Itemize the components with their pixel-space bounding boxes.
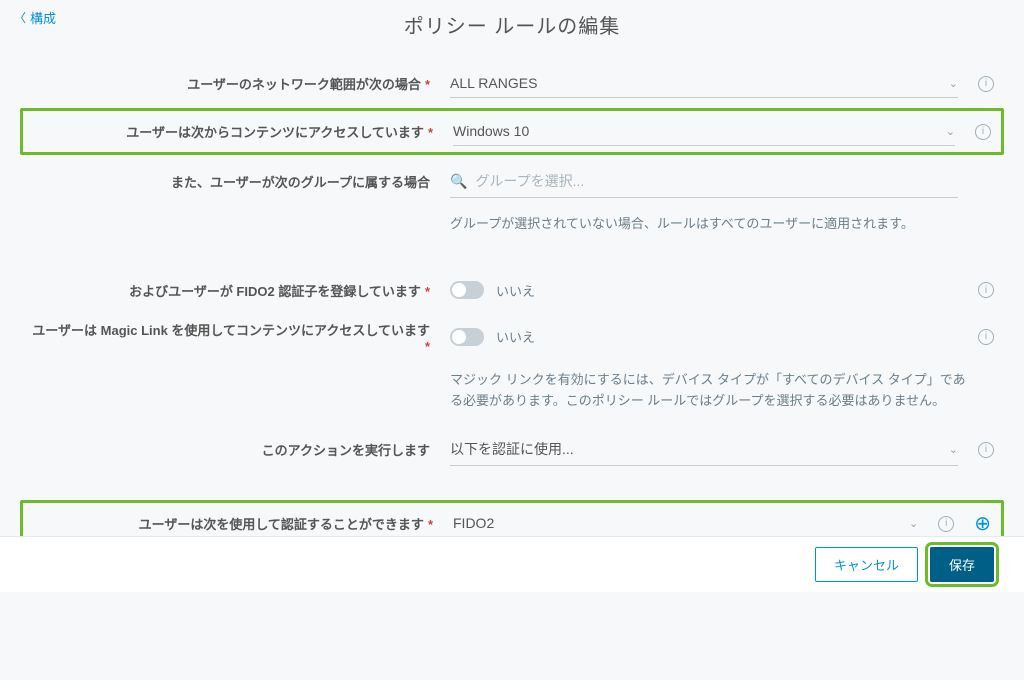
save-button[interactable]: 保存 [930,547,994,582]
helper-groups: グループが選択されていない場合、ルールはすべてのユーザーに適用されます。 [30,208,970,247]
toggle-fido2-text: いいえ [496,281,535,300]
label-magic-link: ユーザーは Magic Link を使用してコンテンツにアクセスしています* [30,320,430,354]
info-icon[interactable]: i [978,442,994,458]
row-access-from: ユーザーは次からコンテンツにアクセスしています* Windows 10 ⌄ i [20,108,1004,155]
row-fido2: およびユーザーが FIDO2 認証子を登録しています* いいえ i [30,271,994,310]
info-icon[interactable]: i [975,124,991,140]
row-action: このアクションを実行します 以下を認証に使用... ⌄ i [30,423,994,476]
select-network-range[interactable]: ALL RANGES ⌄ [450,69,958,98]
toggle-fido2[interactable] [450,281,484,299]
row-network-range: ユーザーのネットワーク範囲が次の場合* ALL RANGES ⌄ i [30,59,994,108]
label-fido2: およびユーザーが FIDO2 認証子を登録しています* [30,281,430,300]
row-magic-link: ユーザーは Magic Link を使用してコンテンツにアクセスしています* い… [30,310,994,364]
chevron-down-icon: ⌄ [946,125,955,138]
label-groups: また、ユーザーが次のグループに属する場合 [30,172,430,191]
label-access-from: ユーザーは次からコンテンツにアクセスしています* [33,122,433,141]
chevron-left-icon: 〈 [14,9,26,26]
select-access-from[interactable]: Windows 10 ⌄ [453,117,955,146]
back-link[interactable]: 〈 構成 [14,8,56,27]
info-icon[interactable]: i [938,516,954,532]
back-label: 構成 [30,8,56,27]
chevron-down-icon: ⌄ [949,443,958,456]
label-auth-method: ユーザーは次を使用して認証することができます* [33,514,433,533]
row-groups: また、ユーザーが次のグループに属する場合 🔍 グループを選択... [30,155,994,208]
label-network-range: ユーザーのネットワーク範囲が次の場合* [30,74,430,93]
plus-icon[interactable]: ⊕ [974,511,991,536]
select-groups[interactable]: 🔍 グループを選択... [450,165,958,198]
cancel-button[interactable]: キャンセル [815,547,918,582]
footer: キャンセル 保存 [0,536,1024,592]
search-icon: 🔍 [450,173,467,190]
toggle-magic-link-text: いいえ [496,327,535,346]
info-icon[interactable]: i [978,329,994,345]
info-icon[interactable]: i [978,282,994,298]
chevron-down-icon: ⌄ [909,517,918,530]
label-action: このアクションを実行します [30,440,430,459]
info-icon[interactable]: i [978,76,994,92]
select-auth-method[interactable]: FIDO2 ⌄ [453,509,918,538]
chevron-down-icon: ⌄ [949,77,958,90]
helper-magic-link: マジック リンクを有効にするには、デバイス タイプが「すべてのデバイス タイプ」… [30,364,970,424]
select-action[interactable]: 以下を認証に使用... ⌄ [450,433,958,466]
page-title: ポリシー ルールの編集 [0,10,1024,39]
toggle-magic-link[interactable] [450,328,484,346]
